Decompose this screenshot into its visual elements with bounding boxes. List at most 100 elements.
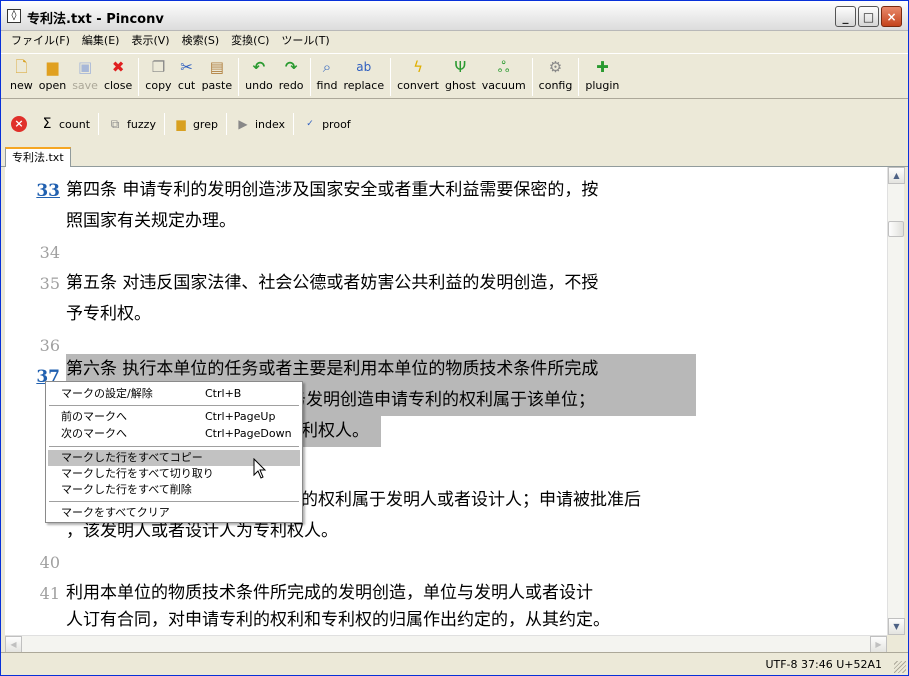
cut-button[interactable]: ✂ cut (175, 54, 199, 92)
ghost-button[interactable]: Ψ ghost (442, 54, 479, 92)
convert-label: convert (397, 79, 439, 92)
menu-item-shortcut: Ctrl+PageUp (205, 410, 276, 423)
line-text[interactable]: 予专利权。 (66, 299, 151, 330)
replace-icon: ab (356, 60, 372, 74)
toolbar-separator (578, 58, 580, 96)
scroll-right-icon[interactable]: ▶ (870, 636, 887, 653)
count-button[interactable]: Σ count (33, 112, 96, 136)
menu-item-toggle-mark[interactable]: マークの設定/解除 Ctrl+B (48, 386, 300, 402)
new-file-icon: 🗋 (15, 58, 28, 76)
toolbar-separator (225, 113, 227, 135)
undo-button[interactable]: ↶ undo (242, 54, 276, 92)
scroll-thumb[interactable] (888, 221, 904, 237)
menu-item-next-mark[interactable]: 次のマークへ Ctrl+PageDown (48, 426, 300, 442)
paste-button[interactable]: ▤ paste (199, 54, 236, 92)
line-text[interactable]: 第五条 对违反国家法律、社会公德或者妨害公共利益的发明创造，不授 (66, 268, 598, 299)
line-text[interactable]: 照国家有关规定办理。 (66, 206, 236, 237)
resize-grip-icon[interactable] (894, 661, 906, 673)
menu-item-label: マークした行をすべてコピー (61, 451, 203, 464)
close-window-button[interactable]: × (881, 6, 902, 27)
stop-icon: × (11, 116, 27, 132)
grep-button[interactable]: ▆ grep (167, 112, 224, 136)
menu-edit[interactable]: 編集(E) (76, 31, 126, 51)
menu-item-prev-mark[interactable]: 前のマークへ Ctrl+PageUp (48, 409, 300, 425)
app-window: ◊ 专利法.txt - Pinconv _ □ × ファイル(F) 編集(E) … (0, 0, 909, 676)
config-button[interactable]: ⚙ config (536, 54, 576, 92)
line-number[interactable]: 36 (5, 336, 60, 355)
index-icon: ▶ (238, 117, 248, 131)
vertical-scrollbar[interactable]: ▲ ▼ (887, 167, 905, 635)
config-label: config (538, 79, 573, 92)
ghost-icon: Ψ (454, 58, 467, 76)
proof-label: proof (322, 117, 351, 131)
open-button[interactable]: ▆ open (36, 54, 69, 92)
tab-bar: 专利法.txt (1, 145, 908, 168)
menu-item-label: 次のマークへ (61, 427, 127, 440)
line-text[interactable]: 人订有合同，对申请专利的权利和专利权的归属作出约定的，从其约定。 (66, 605, 610, 635)
toolbar-separator (390, 58, 392, 96)
menu-item-clear-marks[interactable]: マークをすべてクリア (48, 505, 300, 521)
menu-item-label: マークした行をすべて削除 (61, 483, 192, 496)
convert-button[interactable]: ϟ convert (394, 54, 442, 92)
line-text[interactable]: ，职务发明创造申请专利的权利属于该单位； (255, 385, 595, 416)
plugin-label: plugin (585, 79, 620, 92)
replace-label: replace (343, 79, 385, 92)
maximize-button[interactable]: □ (858, 6, 879, 27)
replace-button[interactable]: ab replace (340, 54, 387, 92)
close-button[interactable]: ✖ close (101, 54, 135, 92)
horizontal-scrollbar[interactable]: ◀ ▶ (5, 635, 887, 653)
line-number[interactable]: 35 (5, 274, 60, 293)
close-x-icon: ✖ (111, 58, 125, 76)
redo-button[interactable]: ↷ redo (276, 54, 307, 92)
index-button[interactable]: ▶ index (229, 112, 291, 136)
app-icon[interactable]: ◊ (7, 9, 21, 23)
vacuum-button[interactable]: ஃ vacuum (479, 54, 529, 92)
line-number[interactable]: 41 (5, 584, 60, 603)
scroll-up-icon[interactable]: ▲ (888, 167, 905, 184)
save-button[interactable]: ▣ save (69, 54, 101, 92)
toolbar-separator (163, 113, 165, 135)
find-button[interactable]: ⌕ find (314, 54, 341, 92)
menu-view[interactable]: 表示(V) (125, 31, 175, 51)
tab-document[interactable]: 专利法.txt (5, 147, 71, 168)
line-text[interactable]: 的权利属于发明人或者设计人；申请被批准后 (301, 485, 641, 516)
find-label: find (316, 79, 338, 92)
redo-arrow-icon: ↷ (284, 58, 298, 76)
main-toolbar: 🗋 new ▆ open ▣ save ✖ close ❐ copy ✂ cut… (1, 53, 908, 99)
new-button[interactable]: 🗋 new (7, 54, 36, 92)
scroll-left-icon[interactable]: ◀ (5, 636, 22, 653)
index-label: index (254, 117, 286, 131)
menu-tools[interactable]: ツール(T) (275, 31, 335, 51)
paste-label: paste (201, 79, 233, 92)
menu-item-shortcut: Ctrl+B (205, 387, 242, 400)
menu-bar: ファイル(F) 編集(E) 表示(V) 検索(S) 変換(C) ツール(T) (1, 31, 908, 51)
plugin-button[interactable]: ✚ plugin (582, 54, 622, 92)
line-number[interactable]: 40 (5, 553, 60, 572)
line-text[interactable]: 第四条 申请专利的发明创造涉及国家安全或者重大利益需要保密的，按 (66, 175, 598, 206)
line-text[interactable]: 利权人。 (301, 416, 369, 447)
menu-search[interactable]: 検索(S) (176, 31, 226, 51)
toolbar-separator (238, 58, 240, 96)
scroll-down-icon[interactable]: ▼ (888, 618, 905, 635)
title-bar[interactable]: ◊ 专利法.txt - Pinconv _ □ × (1, 1, 908, 31)
open-folder-icon: ▆ (46, 58, 59, 76)
proof-button[interactable]: ✓ proof (296, 112, 357, 136)
menu-convert[interactable]: 変換(C) (225, 31, 275, 51)
line-number[interactable]: 34 (5, 243, 60, 262)
menu-file[interactable]: ファイル(F) (5, 31, 76, 51)
fuzzy-button[interactable]: ⧉ fuzzy (101, 112, 162, 136)
undo-arrow-icon: ↶ (252, 58, 266, 76)
toolbar-separator (309, 58, 311, 96)
grep-label: grep (192, 117, 218, 131)
menu-item-delete-marked[interactable]: マークした行をすべて削除 (48, 482, 300, 498)
toolbar-separator (531, 58, 533, 96)
magnifier-icon: ⌕ (322, 58, 332, 76)
menu-separator (49, 501, 299, 502)
line-number[interactable]: 33 (5, 181, 60, 201)
minimize-button[interactable]: _ (835, 6, 856, 27)
toolbar-separator (293, 113, 295, 135)
copy-button[interactable]: ❐ copy (142, 54, 174, 92)
menu-item-label: マークの設定/解除 (61, 387, 153, 400)
save-disk-icon: ▣ (77, 58, 93, 76)
stop-button[interactable]: × (9, 112, 33, 136)
